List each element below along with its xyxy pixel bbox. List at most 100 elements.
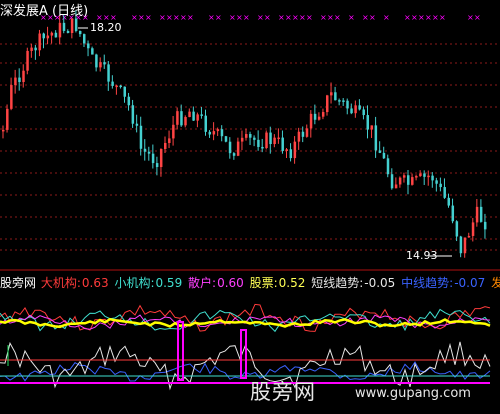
candle-body — [257, 139, 260, 147]
signal-marker: × — [432, 13, 439, 22]
signal-marker: × — [439, 13, 446, 22]
candle-body — [6, 108, 9, 130]
signal-marker: × — [145, 13, 152, 22]
price-chart[interactable]: × × × × × × × × × × × × × × × × × × × × × × × × × × × × × × × × × × × × × × × ×… — [0, 0, 500, 414]
candle-body — [321, 112, 325, 117]
signal-marker: × — [236, 13, 243, 22]
candle-body — [87, 43, 90, 49]
candle-body — [479, 206, 483, 222]
signal-marker: × — [348, 13, 355, 22]
candle-body — [18, 77, 21, 83]
candle-body — [459, 236, 463, 254]
candle-body — [378, 150, 382, 153]
candle-body — [127, 96, 131, 106]
candle-body — [232, 153, 236, 156]
signal-spike — [240, 329, 247, 379]
candle-body — [273, 137, 276, 145]
candle-body — [447, 197, 450, 206]
signal-marker: × — [131, 13, 138, 22]
candle-body — [342, 100, 345, 102]
candle-body — [200, 114, 203, 116]
candle-body — [431, 175, 434, 181]
candle-body — [269, 132, 272, 145]
candle-body — [111, 81, 114, 86]
candle-body — [439, 183, 442, 188]
candle-body — [253, 137, 256, 140]
legend-big-institution: 大机构:0.63 — [40, 276, 109, 290]
signal-marker: × — [138, 13, 145, 22]
legend-stock: 股票:0.52 — [249, 276, 306, 290]
candle-body — [180, 111, 183, 126]
candle-body — [91, 48, 94, 55]
signal-marker: × — [243, 13, 250, 22]
candle-body — [366, 115, 369, 130]
candle-body — [313, 113, 317, 120]
signal-marker: × — [327, 13, 334, 22]
candle-body — [435, 180, 438, 184]
candle-body — [240, 137, 244, 142]
candle-body — [334, 92, 337, 101]
candle-body — [188, 111, 191, 118]
candle-body — [265, 132, 268, 149]
candle-body — [70, 18, 74, 33]
candle-body — [354, 105, 357, 114]
candle-body — [285, 149, 288, 151]
candle-body — [103, 62, 106, 65]
candle-body — [317, 116, 321, 120]
candle-body — [277, 137, 280, 140]
watermark-logo: 股旁网 — [250, 380, 316, 404]
candle-body — [411, 177, 414, 185]
signal-marker: × — [411, 13, 418, 22]
candle-body — [245, 134, 248, 138]
candle-body — [204, 115, 207, 132]
signal-marker: × — [285, 13, 292, 22]
candle-body — [419, 173, 422, 177]
candle-body — [30, 47, 33, 51]
candle-body — [164, 142, 167, 150]
signal-marker: × — [208, 13, 215, 22]
candle-body — [427, 175, 430, 178]
candle-body — [220, 129, 224, 137]
candle-body — [374, 125, 378, 151]
signal-marker: × — [306, 13, 313, 22]
signal-marker: × — [362, 13, 369, 22]
candle-body — [301, 131, 305, 137]
candle-body — [451, 205, 455, 222]
signal-marker: × — [418, 13, 425, 22]
candle-body — [176, 111, 179, 125]
candle-body — [289, 149, 293, 159]
signal-marker: × — [320, 13, 327, 22]
candle-body — [305, 128, 309, 137]
candle-body — [236, 141, 240, 156]
signal-marker: × — [187, 13, 194, 22]
candle-body — [216, 129, 220, 132]
candle-body — [172, 124, 175, 139]
candle-body — [398, 177, 402, 185]
signal-marker: × — [299, 13, 306, 22]
signal-marker: × — [166, 13, 173, 22]
candle-body — [350, 108, 353, 114]
candle-body — [78, 30, 82, 35]
candle-body — [249, 134, 252, 138]
legend-short-trend: 短线趋势:-0.05 — [311, 276, 396, 290]
signal-marker: × — [292, 13, 299, 22]
signal-marker: × — [474, 13, 481, 22]
candle-body — [2, 129, 5, 132]
candle-body — [10, 85, 13, 109]
signal-marker: × — [173, 13, 180, 22]
legend-small-institution: 小机构:0.59 — [114, 276, 183, 290]
high-price-label: 18.20 — [90, 21, 122, 34]
candle-body — [139, 125, 143, 149]
candle-body — [184, 117, 187, 126]
candle-body — [330, 92, 333, 96]
candle-body — [463, 237, 467, 254]
legend-retail: 散户:0.60 — [188, 276, 244, 290]
candle-body — [62, 22, 66, 31]
candle-body — [99, 62, 102, 68]
small-institution-line — [0, 308, 491, 333]
candle-body — [386, 158, 390, 175]
candle-body — [50, 32, 54, 36]
candle-body — [346, 100, 349, 109]
candle-body — [483, 221, 487, 230]
candle-body — [208, 131, 212, 135]
